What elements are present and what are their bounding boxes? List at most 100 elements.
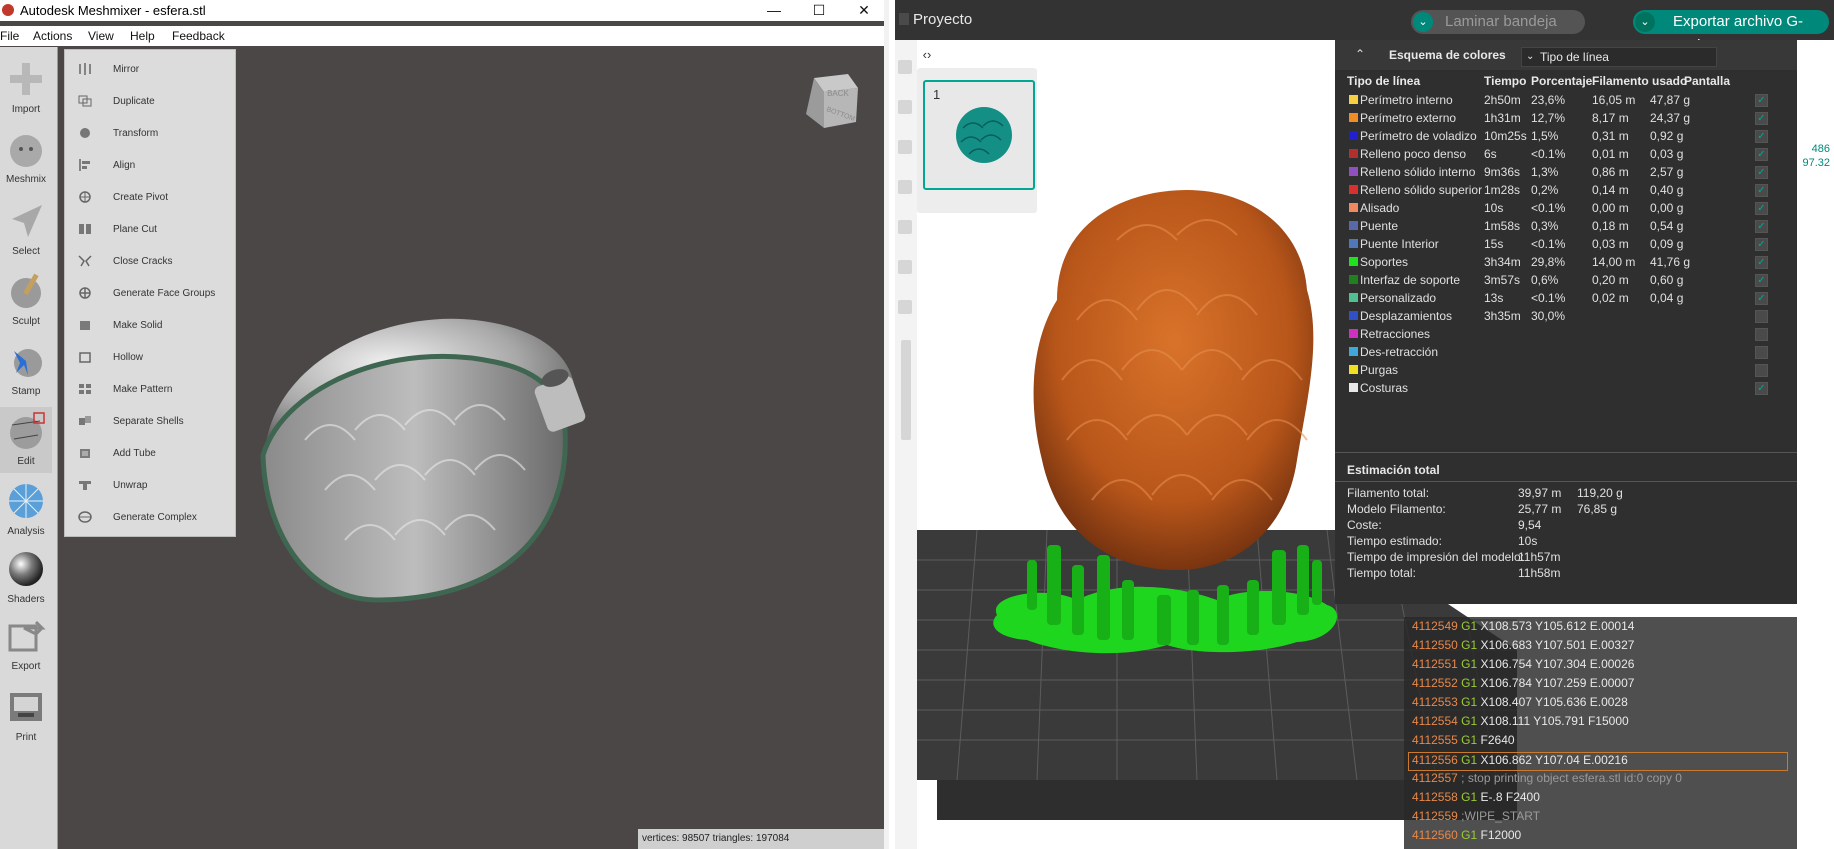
tool-edit[interactable]: Edit (0, 407, 52, 473)
tool-icon[interactable] (898, 260, 912, 274)
tool-icon[interactable] (898, 100, 912, 114)
menu-actions[interactable]: Actions (33, 29, 72, 43)
legend-time: 1m58s (1484, 219, 1521, 233)
gcode-line[interactable]: 4112559 ;WIPE_START (1412, 809, 1792, 828)
legend-name: Alisado (1360, 201, 1400, 215)
view-cube[interactable]: BACK BOTTOM (800, 70, 862, 132)
display-checkbox[interactable] (1755, 328, 1768, 341)
edit-make-pattern[interactable]: Make Pattern (65, 373, 237, 405)
display-checkbox[interactable] (1755, 310, 1768, 323)
gcode-line[interactable]: 4112552 G1 X106.784 Y107.259 E.00007 (1412, 676, 1792, 695)
tool-analysis[interactable]: Analysis (0, 477, 52, 543)
edit-generate-complex[interactable]: Generate Complex (65, 501, 237, 533)
display-checkbox[interactable] (1755, 364, 1768, 377)
gcode-args: E-.8 F2400 (1480, 790, 1540, 804)
divider (1335, 452, 1797, 453)
tool-shaders[interactable]: Shaders (0, 545, 52, 611)
gcode-line[interactable]: 4112558 G1 E-.8 F2400 (1412, 790, 1792, 809)
edit-mirror[interactable]: Mirror (65, 53, 237, 85)
tool-icon[interactable] (898, 180, 912, 194)
edit-align[interactable]: Align (65, 149, 237, 181)
edit-create-pivot[interactable]: Create Pivot (65, 181, 237, 213)
display-checkbox[interactable]: ✓ (1755, 130, 1768, 143)
chevron-down-icon[interactable]: ⌄ (1413, 12, 1433, 32)
display-checkbox[interactable] (1755, 346, 1768, 359)
display-checkbox[interactable]: ✓ (1755, 202, 1768, 215)
tool-meshmix[interactable]: Meshmix (0, 125, 52, 191)
meshmixer-titlebar[interactable]: Autodesk Meshmixer - esfera.stl — ☐ ✕ (0, 0, 889, 21)
edit-plane-cut[interactable]: Plane Cut (65, 213, 237, 245)
chevron-down-icon[interactable]: ⌄ (1635, 12, 1655, 32)
legend-time: 3m57s (1484, 273, 1521, 287)
tool-icon[interactable] (898, 220, 912, 234)
menu-view[interactable]: View (88, 29, 114, 43)
display-checkbox[interactable]: ✓ (1755, 274, 1768, 287)
menu-file[interactable]: File (0, 29, 19, 43)
display-checkbox[interactable]: ✓ (1755, 112, 1768, 125)
gcode-line[interactable]: 4112555 G1 F2640 (1412, 733, 1792, 752)
gcode-line[interactable]: 4112560 G1 F12000 (1412, 828, 1792, 847)
menu-help[interactable]: Help (130, 29, 155, 43)
display-checkbox[interactable]: ✓ (1755, 292, 1768, 305)
tool-sculpt[interactable]: Sculpt (0, 267, 52, 333)
chevron-down-icon: ⌄ (1526, 51, 1535, 62)
slice-plate-button[interactable]: ⌄ Laminar bandeja (1411, 10, 1585, 34)
gcode-args: X106.784 Y107.259 E.00007 (1480, 676, 1635, 690)
sphere-model-cut[interactable] (245, 300, 665, 630)
estimation-title: Estimación total (1347, 463, 1440, 477)
collapse-icon[interactable]: ⌃ (1355, 47, 1365, 61)
edit-add-tube[interactable]: Add Tube (65, 437, 237, 469)
edit-unwrap[interactable]: Unwrap (65, 469, 237, 501)
display-checkbox[interactable]: ✓ (1755, 184, 1768, 197)
edit-duplicate[interactable]: Duplicate (65, 85, 237, 117)
legend-pct: <0.1% (1531, 201, 1566, 215)
plate-thumbnail[interactable]: 1 (923, 80, 1035, 190)
display-checkbox[interactable]: ✓ (1755, 166, 1768, 179)
gcode-line[interactable]: 4112551 G1 X106.754 Y107.304 E.00026 (1412, 657, 1792, 676)
gcode-line[interactable]: 4112550 G1 X106.683 Y107.501 E.00327 (1412, 638, 1792, 657)
gcode-line[interactable]: 4112557 ; stop printing object esfera.st… (1412, 771, 1792, 790)
export-icon (8, 620, 46, 652)
display-checkbox[interactable]: ✓ (1755, 94, 1768, 107)
close-button[interactable]: ✕ (841, 0, 887, 21)
edit-make-solid[interactable]: Make Solid (65, 309, 237, 341)
line-type-select[interactable]: ⌄ Tipo de línea (1521, 47, 1717, 67)
gcode-line[interactable]: 4112549 G1 X108.573 Y105.612 E.00014 (1412, 619, 1792, 638)
meshmixer-app-icon (2, 4, 14, 16)
project-tab[interactable]: Proyecto (913, 11, 972, 28)
edit-hollow[interactable]: Hollow (65, 341, 237, 373)
tool-icon[interactable] (898, 300, 912, 314)
edit-close-cracks[interactable]: Close Cracks (65, 245, 237, 277)
legend-len: 0,86 m (1592, 165, 1629, 179)
maximize-button[interactable]: ☐ (796, 0, 842, 21)
display-checkbox[interactable]: ✓ (1755, 256, 1768, 269)
menu-feedback[interactable]: Feedback (172, 29, 225, 43)
export-gcode-button[interactable]: ⌄ Exportar archivo G-Code (1633, 10, 1829, 54)
edit-separate-shells[interactable]: Separate Shells (65, 405, 237, 437)
tool-export[interactable]: Export (0, 612, 52, 678)
col-percent: Porcentaje (1531, 74, 1593, 88)
edit-generate-face-groups[interactable]: Generate Face Groups (65, 277, 237, 309)
legend-pct: 12,7% (1531, 111, 1566, 125)
gcode-command: G1 (1461, 676, 1478, 690)
display-checkbox[interactable]: ✓ (1755, 148, 1768, 161)
gcode-line[interactable]: 4112556 G1 X106.862 Y107.04 E.00216 (1408, 752, 1788, 771)
gcode-line[interactable]: 4112553 G1 X108.407 Y105.636 E.0028 (1412, 695, 1792, 714)
scrollbar[interactable] (901, 340, 911, 440)
legend-weight: 41,76 g (1650, 255, 1691, 269)
display-checkbox[interactable]: ✓ (1755, 220, 1768, 233)
display-checkbox[interactable]: ✓ (1755, 238, 1768, 251)
tool-select[interactable]: Select (0, 197, 52, 263)
tool-stamp[interactable]: Stamp (0, 337, 52, 403)
tool-import[interactable]: Import (0, 55, 52, 121)
collapse-panel-button[interactable]: ‹› (917, 45, 937, 65)
minimize-button[interactable]: — (751, 0, 797, 21)
tool-icon[interactable] (898, 140, 912, 154)
legend-weight: 0,60 g (1650, 273, 1684, 287)
edit-transform[interactable]: Transform (65, 117, 237, 149)
gcode-viewer[interactable]: 4112549 G1 X108.573 Y105.612 E.00014 4112… (1404, 617, 1797, 849)
gcode-line[interactable]: 4112554 G1 X108.111 Y105.791 F15000 (1412, 714, 1792, 733)
tool-icon[interactable] (898, 60, 912, 74)
display-checkbox[interactable]: ✓ (1755, 382, 1768, 395)
tool-print[interactable]: Print (0, 683, 52, 749)
